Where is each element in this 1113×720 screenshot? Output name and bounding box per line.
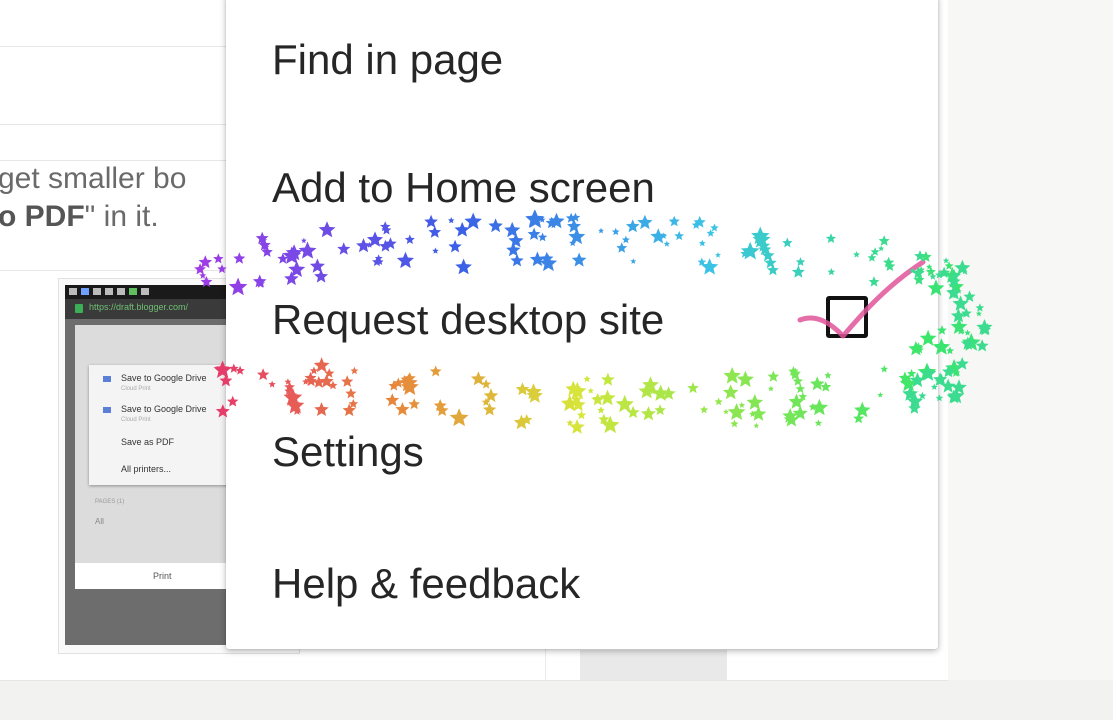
menu-item-settings[interactable]: Settings <box>226 386 938 518</box>
phone-pages-label: PAGES (1) <box>95 499 125 505</box>
phone-dialog-item: All printers... <box>121 464 172 474</box>
article-text-line: get smaller bo <box>0 162 186 196</box>
menu-item-label: Find in page <box>272 36 504 83</box>
divider <box>0 160 226 161</box>
check-scribble-icon <box>797 259 926 339</box>
divider <box>0 46 226 47</box>
phone-dialog-sub: Cloud Print <box>121 417 151 423</box>
drive-icon <box>103 407 111 413</box>
lock-icon <box>75 304 83 313</box>
menu-item-help-feedback[interactable]: Help & feedback <box>226 518 938 650</box>
menu-item-label: Add to Home screen <box>272 164 655 211</box>
drive-icon <box>103 376 111 382</box>
menu-item-add-to-home-screen[interactable]: Add to Home screen <box>226 122 938 254</box>
divider <box>0 680 948 681</box>
page-gray-block <box>580 650 727 680</box>
article-text: " in it. <box>84 200 159 233</box>
phone-dialog-sub: Cloud Print <box>121 386 151 392</box>
divider <box>0 124 226 125</box>
phone-print-button: Print <box>153 571 172 581</box>
phone-dialog-item: Save to Google Drive <box>121 373 207 383</box>
phone-dialog-item: Save as PDF <box>121 437 175 447</box>
phone-dialog-item: Save to Google Drive <box>121 404 207 414</box>
article-bold-text: o PDF <box>0 200 85 233</box>
phone-pages-value: All <box>95 517 104 526</box>
article-text-line: o PDF" in it. <box>0 200 159 234</box>
phone-url-text: https://draft.blogger.com/ <box>89 302 189 312</box>
page-side-area <box>948 0 1113 680</box>
article-text: get smaller bo <box>0 162 187 195</box>
menu-item-label: Settings <box>272 428 424 475</box>
menu-item-label: Request desktop site <box>272 296 665 343</box>
menu-item-find-in-page[interactable]: Find in page <box>226 0 938 126</box>
page-bottom-area <box>0 680 1113 720</box>
menu-item-label: Help & feedback <box>272 560 581 607</box>
